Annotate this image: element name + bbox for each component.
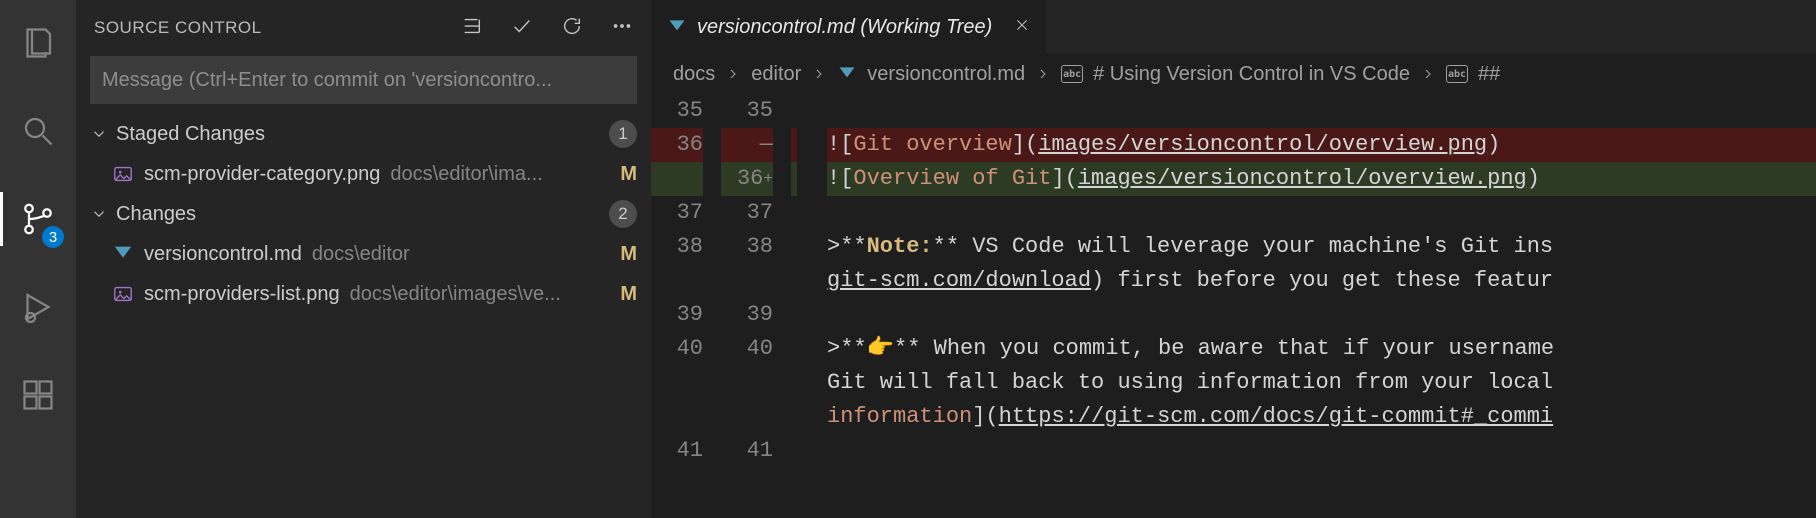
file-status: M [613,243,637,266]
breadcrumb-segment[interactable]: ## [1478,63,1500,86]
changes-count-badge: 2 [609,200,637,228]
activity-source-control[interactable]: 3 [0,192,76,246]
code-content[interactable]: ![Git overview](images/versioncontrol/ov… [801,94,1816,518]
file-path: docs\editor\ima... [390,163,542,186]
scm-badge: 3 [42,226,64,248]
tab-label: versioncontrol.md (Working Tree) [697,16,992,39]
markdown-file-icon [837,64,857,84]
source-control-panel: SOURCE CONTROL Message (Ctrl+Enter to co… [76,0,651,518]
changes-header[interactable]: Changes 2 [76,194,651,234]
panel-title: SOURCE CONTROL [94,18,461,38]
symbol-string-icon: abc [1061,65,1083,83]
image-file-icon [112,283,134,305]
check-icon [511,15,533,37]
breadcrumb-segment[interactable]: versioncontrol.md [867,63,1025,86]
breadcrumb-segment[interactable]: # Using Version Control in VS Code [1093,63,1410,86]
tab-bar: versioncontrol.md (Working Tree) [651,0,1816,54]
refresh-icon [561,15,583,37]
staged-count-badge: 1 [609,120,637,148]
panel-header: SOURCE CONTROL [76,0,651,56]
chevron-down-icon [90,125,108,143]
extensions-icon [20,377,56,413]
ellipsis-icon [611,15,633,37]
staged-file-row[interactable]: scm-provider-category.png docs\editor\im… [76,154,651,194]
file-name: versioncontrol.md [144,243,302,266]
close-icon [1014,17,1030,33]
activity-bar: 3 [0,0,76,518]
chevron-down-icon [90,205,108,223]
gutter-modified: 35 — 36+ 37 38 39 40 41 [721,94,791,518]
diff-editor[interactable]: 35 36 37 38 39 40 41 35 — 36+ 37 38 39 [651,94,1816,518]
file-path: docs\editor\images\ve... [350,283,561,306]
refresh-button[interactable] [561,15,583,42]
activity-extensions[interactable] [0,368,76,422]
tab-close-button[interactable] [1014,16,1030,39]
gutter-original: 35 36 37 38 39 40 41 [651,94,721,518]
files-icon [20,25,56,61]
breadcrumb-segment[interactable]: docs [673,63,715,86]
activity-search[interactable] [0,104,76,158]
commit-message-input[interactable]: Message (Ctrl+Enter to commit on 'versio… [90,56,637,104]
debug-icon [20,289,56,325]
more-actions-button[interactable] [611,15,633,42]
activity-run-debug[interactable] [0,280,76,334]
markdown-file-icon [667,17,687,37]
activity-explorer[interactable] [0,16,76,70]
view-as-tree-button[interactable] [461,15,483,42]
panel-actions [461,15,633,42]
breadcrumb[interactable]: docs editor versioncontrol.md abc # Usin… [651,54,1816,94]
symbol-string-icon: abc [1446,65,1468,83]
commit-button[interactable] [511,15,533,42]
breadcrumb-segment[interactable]: editor [751,63,801,86]
chevron-right-icon [1420,66,1436,82]
search-icon [20,113,56,149]
editor-area: versioncontrol.md (Working Tree) docs ed… [651,0,1816,518]
file-name: scm-provider-category.png [144,163,380,186]
markdown-file-icon [112,243,134,265]
chevron-right-icon [1035,66,1051,82]
file-name: scm-providers-list.png [144,283,340,306]
image-file-icon [112,163,134,185]
file-status: M [613,283,637,306]
staged-changes-header[interactable]: Staged Changes 1 [76,114,651,154]
changes-file-row[interactable]: versioncontrol.md docs\editor M [76,234,651,274]
chevron-right-icon [725,66,741,82]
editor-tab[interactable]: versioncontrol.md (Working Tree) [651,0,1046,54]
chevron-right-icon [811,66,827,82]
changes-file-row[interactable]: scm-providers-list.png docs\editor\image… [76,274,651,314]
staged-changes-label: Staged Changes [116,123,601,146]
changes-label: Changes [116,203,601,226]
list-tree-icon [461,15,483,37]
file-path: docs\editor [312,243,410,266]
file-status: M [613,163,637,186]
